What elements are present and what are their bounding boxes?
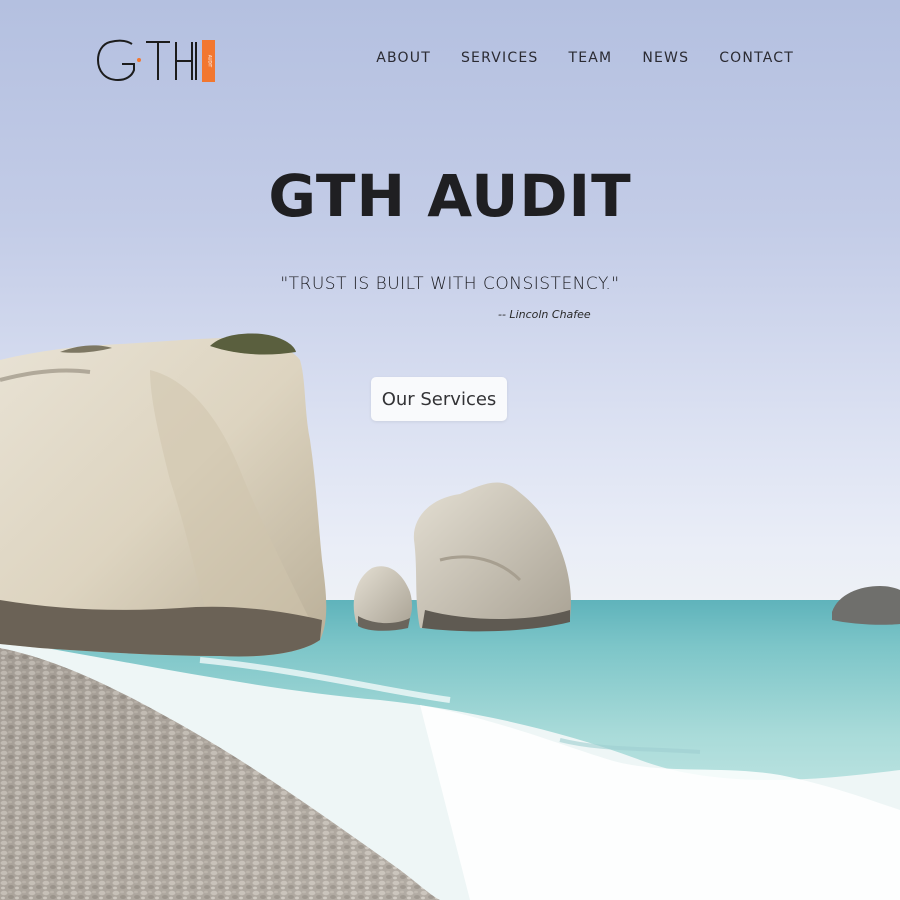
nav-about[interactable]: ABOUT	[376, 50, 431, 66]
nav-contact[interactable]: CONTACT	[719, 50, 794, 66]
our-services-button[interactable]: Our Services	[371, 377, 507, 421]
logo-dot-icon	[137, 58, 141, 62]
hero-background-image	[0, 333, 900, 900]
main-nav: ABOUT SERVICES TEAM NEWS CONTACT	[376, 50, 794, 66]
hero-title: GTH AUDIT	[268, 162, 632, 230]
hero-quote: "TRUST IS BUILT WITH CONSISTENCY."	[280, 274, 620, 294]
logo-tagline: AUDIT	[208, 55, 213, 68]
nav-services[interactable]: SERVICES	[461, 50, 539, 66]
brand-logo[interactable]: AUDIT	[96, 38, 218, 84]
nav-team[interactable]: TEAM	[568, 50, 612, 66]
nav-news[interactable]: NEWS	[642, 50, 689, 66]
hero-section: AUDIT ABOUT SERVICES TEAM NEWS CONTACT G…	[0, 0, 900, 900]
hero-quote-author: -- Lincoln Chafee	[498, 308, 591, 321]
